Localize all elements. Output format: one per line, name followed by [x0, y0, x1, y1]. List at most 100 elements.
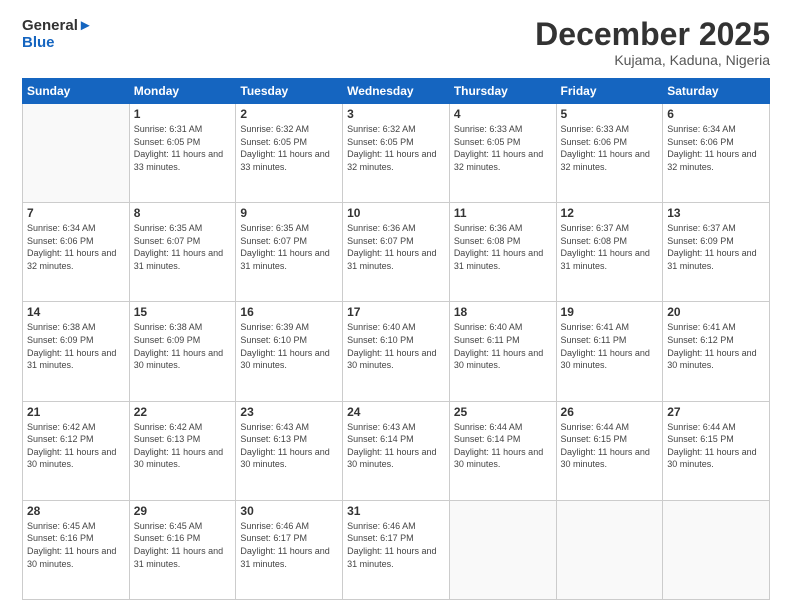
day-number: 25	[454, 405, 552, 419]
table-row: 25 Sunrise: 6:44 AMSunset: 6:14 PMDaylig…	[449, 401, 556, 500]
day-number: 16	[240, 305, 338, 319]
cell-info: Sunrise: 6:37 AMSunset: 6:09 PMDaylight:…	[667, 223, 756, 271]
day-number: 18	[454, 305, 552, 319]
cell-info: Sunrise: 6:44 AMSunset: 6:15 PMDaylight:…	[561, 422, 650, 470]
table-row: 22 Sunrise: 6:42 AMSunset: 6:13 PMDaylig…	[129, 401, 236, 500]
calendar-week-row: 1 Sunrise: 6:31 AMSunset: 6:05 PMDayligh…	[23, 104, 770, 203]
table-row: 4 Sunrise: 6:33 AMSunset: 6:05 PMDayligh…	[449, 104, 556, 203]
day-number: 31	[347, 504, 445, 518]
day-number: 19	[561, 305, 659, 319]
table-row: 7 Sunrise: 6:34 AMSunset: 6:06 PMDayligh…	[23, 203, 130, 302]
table-row: 28 Sunrise: 6:45 AMSunset: 6:16 PMDaylig…	[23, 500, 130, 599]
cell-info: Sunrise: 6:40 AMSunset: 6:10 PMDaylight:…	[347, 322, 436, 370]
table-row: 17 Sunrise: 6:40 AMSunset: 6:10 PMDaylig…	[343, 302, 450, 401]
cell-info: Sunrise: 6:34 AMSunset: 6:06 PMDaylight:…	[27, 223, 116, 271]
day-number: 26	[561, 405, 659, 419]
header-right: December 2025 Kujama, Kaduna, Nigeria	[535, 18, 770, 68]
day-number: 5	[561, 107, 659, 121]
day-number: 15	[134, 305, 232, 319]
calendar-week-row: 7 Sunrise: 6:34 AMSunset: 6:06 PMDayligh…	[23, 203, 770, 302]
cell-info: Sunrise: 6:45 AMSunset: 6:16 PMDaylight:…	[27, 521, 116, 569]
cell-info: Sunrise: 6:40 AMSunset: 6:11 PMDaylight:…	[454, 322, 543, 370]
table-row: 11 Sunrise: 6:36 AMSunset: 6:08 PMDaylig…	[449, 203, 556, 302]
day-number: 27	[667, 405, 765, 419]
cell-info: Sunrise: 6:46 AMSunset: 6:17 PMDaylight:…	[347, 521, 436, 569]
calendar-week-row: 14 Sunrise: 6:38 AMSunset: 6:09 PMDaylig…	[23, 302, 770, 401]
day-number: 6	[667, 107, 765, 121]
table-row: 31 Sunrise: 6:46 AMSunset: 6:17 PMDaylig…	[343, 500, 450, 599]
header-tuesday: Tuesday	[236, 79, 343, 104]
cell-info: Sunrise: 6:36 AMSunset: 6:08 PMDaylight:…	[454, 223, 543, 271]
calendar-week-row: 28 Sunrise: 6:45 AMSunset: 6:16 PMDaylig…	[23, 500, 770, 599]
table-row: 21 Sunrise: 6:42 AMSunset: 6:12 PMDaylig…	[23, 401, 130, 500]
calendar-table: Sunday Monday Tuesday Wednesday Thursday…	[22, 78, 770, 600]
table-row: 20 Sunrise: 6:41 AMSunset: 6:12 PMDaylig…	[663, 302, 770, 401]
top-section: General► Blue December 2025 Kujama, Kadu…	[22, 18, 770, 68]
day-number: 2	[240, 107, 338, 121]
header-sunday: Sunday	[23, 79, 130, 104]
day-number: 11	[454, 206, 552, 220]
header-friday: Friday	[556, 79, 663, 104]
day-number: 21	[27, 405, 125, 419]
table-row: 27 Sunrise: 6:44 AMSunset: 6:15 PMDaylig…	[663, 401, 770, 500]
day-number: 10	[347, 206, 445, 220]
cell-info: Sunrise: 6:45 AMSunset: 6:16 PMDaylight:…	[134, 521, 223, 569]
table-row: 3 Sunrise: 6:32 AMSunset: 6:05 PMDayligh…	[343, 104, 450, 203]
month-title: December 2025	[535, 18, 770, 50]
day-number: 23	[240, 405, 338, 419]
table-row: 2 Sunrise: 6:32 AMSunset: 6:05 PMDayligh…	[236, 104, 343, 203]
page: General► Blue December 2025 Kujama, Kadu…	[0, 0, 792, 612]
table-row: 29 Sunrise: 6:45 AMSunset: 6:16 PMDaylig…	[129, 500, 236, 599]
day-number: 28	[27, 504, 125, 518]
table-row	[449, 500, 556, 599]
header-monday: Monday	[129, 79, 236, 104]
table-row: 8 Sunrise: 6:35 AMSunset: 6:07 PMDayligh…	[129, 203, 236, 302]
header-wednesday: Wednesday	[343, 79, 450, 104]
table-row: 14 Sunrise: 6:38 AMSunset: 6:09 PMDaylig…	[23, 302, 130, 401]
day-number: 24	[347, 405, 445, 419]
calendar-week-row: 21 Sunrise: 6:42 AMSunset: 6:12 PMDaylig…	[23, 401, 770, 500]
day-number: 12	[561, 206, 659, 220]
table-row: 6 Sunrise: 6:34 AMSunset: 6:06 PMDayligh…	[663, 104, 770, 203]
table-row: 15 Sunrise: 6:38 AMSunset: 6:09 PMDaylig…	[129, 302, 236, 401]
table-row: 23 Sunrise: 6:43 AMSunset: 6:13 PMDaylig…	[236, 401, 343, 500]
cell-info: Sunrise: 6:41 AMSunset: 6:12 PMDaylight:…	[667, 322, 756, 370]
day-number: 8	[134, 206, 232, 220]
table-row: 1 Sunrise: 6:31 AMSunset: 6:05 PMDayligh…	[129, 104, 236, 203]
day-number: 1	[134, 107, 232, 121]
header-saturday: Saturday	[663, 79, 770, 104]
cell-info: Sunrise: 6:35 AMSunset: 6:07 PMDaylight:…	[240, 223, 329, 271]
table-row	[556, 500, 663, 599]
day-number: 9	[240, 206, 338, 220]
day-number: 7	[27, 206, 125, 220]
cell-info: Sunrise: 6:31 AMSunset: 6:05 PMDaylight:…	[134, 124, 223, 172]
cell-info: Sunrise: 6:42 AMSunset: 6:13 PMDaylight:…	[134, 422, 223, 470]
table-row: 12 Sunrise: 6:37 AMSunset: 6:08 PMDaylig…	[556, 203, 663, 302]
cell-info: Sunrise: 6:38 AMSunset: 6:09 PMDaylight:…	[134, 322, 223, 370]
table-row	[23, 104, 130, 203]
table-row: 30 Sunrise: 6:46 AMSunset: 6:17 PMDaylig…	[236, 500, 343, 599]
logo: General► Blue	[22, 18, 93, 51]
day-number: 14	[27, 305, 125, 319]
table-row: 24 Sunrise: 6:43 AMSunset: 6:14 PMDaylig…	[343, 401, 450, 500]
cell-info: Sunrise: 6:38 AMSunset: 6:09 PMDaylight:…	[27, 322, 116, 370]
cell-info: Sunrise: 6:44 AMSunset: 6:15 PMDaylight:…	[667, 422, 756, 470]
table-row: 19 Sunrise: 6:41 AMSunset: 6:11 PMDaylig…	[556, 302, 663, 401]
table-row: 5 Sunrise: 6:33 AMSunset: 6:06 PMDayligh…	[556, 104, 663, 203]
day-number: 29	[134, 504, 232, 518]
table-row: 13 Sunrise: 6:37 AMSunset: 6:09 PMDaylig…	[663, 203, 770, 302]
cell-info: Sunrise: 6:32 AMSunset: 6:05 PMDaylight:…	[240, 124, 329, 172]
cell-info: Sunrise: 6:39 AMSunset: 6:10 PMDaylight:…	[240, 322, 329, 370]
table-row	[663, 500, 770, 599]
cell-info: Sunrise: 6:37 AMSunset: 6:08 PMDaylight:…	[561, 223, 650, 271]
cell-info: Sunrise: 6:35 AMSunset: 6:07 PMDaylight:…	[134, 223, 223, 271]
cell-info: Sunrise: 6:33 AMSunset: 6:05 PMDaylight:…	[454, 124, 543, 172]
day-number: 20	[667, 305, 765, 319]
table-row: 26 Sunrise: 6:44 AMSunset: 6:15 PMDaylig…	[556, 401, 663, 500]
table-row: 10 Sunrise: 6:36 AMSunset: 6:07 PMDaylig…	[343, 203, 450, 302]
location: Kujama, Kaduna, Nigeria	[535, 52, 770, 68]
weekday-header-row: Sunday Monday Tuesday Wednesday Thursday…	[23, 79, 770, 104]
cell-info: Sunrise: 6:34 AMSunset: 6:06 PMDaylight:…	[667, 124, 756, 172]
cell-info: Sunrise: 6:43 AMSunset: 6:14 PMDaylight:…	[347, 422, 436, 470]
cell-info: Sunrise: 6:32 AMSunset: 6:05 PMDaylight:…	[347, 124, 436, 172]
